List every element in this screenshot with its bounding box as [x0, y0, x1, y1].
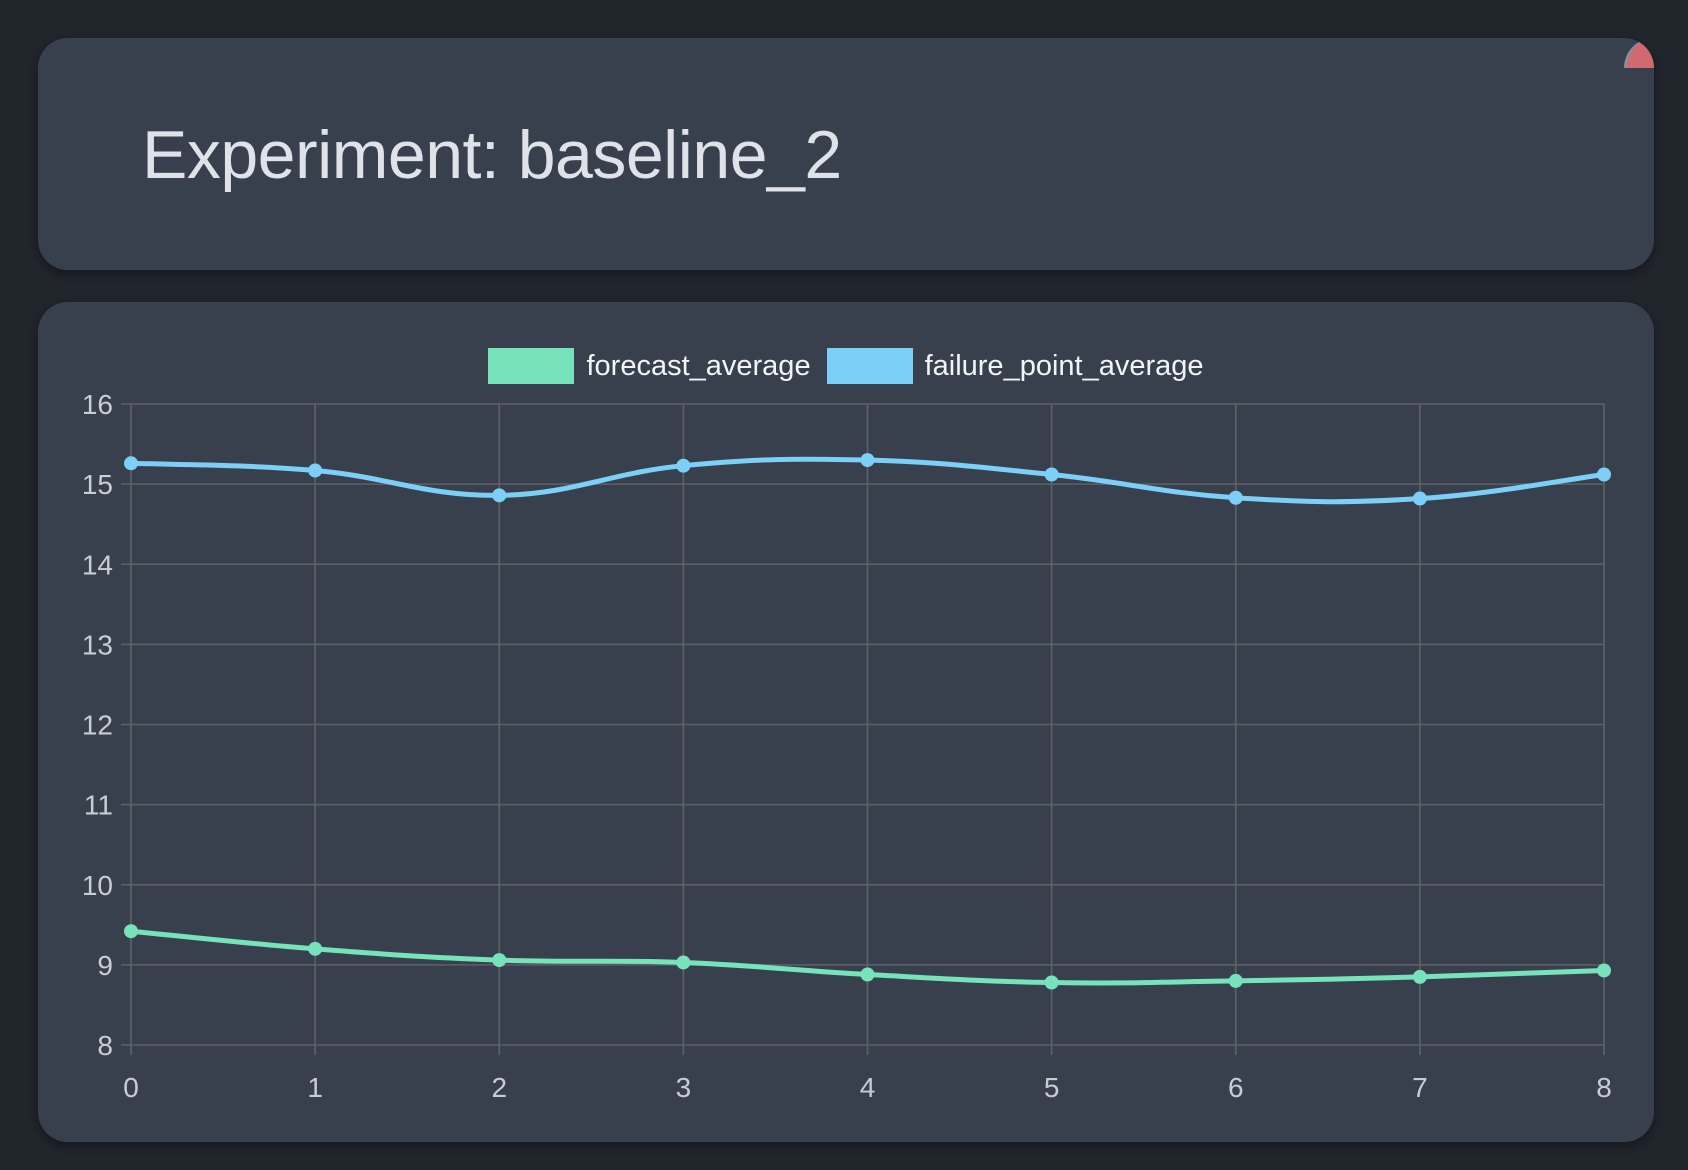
data-point-failure-point-average[interactable]	[124, 456, 138, 471]
y-tick-label: 16	[82, 389, 113, 420]
x-tick-label: 6	[1228, 1072, 1244, 1103]
data-point-failure-point-average[interactable]	[492, 488, 507, 503]
data-point-forecast-average[interactable]	[1044, 975, 1059, 990]
y-tick-label: 11	[84, 790, 113, 821]
x-tick-label: 0	[123, 1072, 139, 1103]
data-point-failure-point-average[interactable]	[676, 458, 691, 473]
data-point-forecast-average[interactable]	[124, 924, 138, 939]
x-tick-label: 3	[676, 1072, 692, 1103]
data-point-forecast-average[interactable]	[676, 955, 691, 970]
y-tick-label: 13	[82, 629, 113, 660]
experiment-header-card: Experiment: baseline_2	[38, 38, 1654, 270]
data-point-failure-point-average[interactable]	[860, 453, 875, 468]
data-point-failure-point-average[interactable]	[1412, 491, 1427, 506]
data-point-forecast-average[interactable]	[1412, 969, 1427, 984]
y-tick-label: 8	[97, 1030, 113, 1061]
x-tick-label: 4	[860, 1072, 876, 1103]
x-tick-label: 2	[491, 1072, 507, 1103]
data-point-failure-point-average[interactable]	[1228, 490, 1243, 505]
corner-badge-icon[interactable]	[1624, 38, 1654, 68]
y-tick-label: 10	[82, 870, 113, 901]
x-tick-label: 7	[1412, 1072, 1428, 1103]
x-tick-label: 5	[1044, 1072, 1060, 1103]
data-point-failure-point-average[interactable]	[1044, 467, 1059, 482]
data-point-failure-point-average[interactable]	[308, 463, 323, 478]
chart-card: forecast_average failure_point_average 8…	[38, 302, 1654, 1142]
y-tick-label: 12	[82, 710, 113, 741]
line-chart: 89101112131415160 1 2 3 4 5 6 7 8	[82, 389, 1612, 1103]
page-title: Experiment: baseline_2	[142, 117, 842, 193]
data-point-forecast-average[interactable]	[492, 953, 507, 968]
data-point-failure-point-average[interactable]	[1597, 467, 1611, 482]
data-point-forecast-average[interactable]	[860, 967, 875, 982]
y-tick-label: 15	[82, 469, 113, 500]
data-point-forecast-average[interactable]	[308, 941, 323, 956]
y-tick-label: 14	[82, 549, 113, 580]
x-tick-label: 8	[1596, 1072, 1612, 1103]
data-point-forecast-average[interactable]	[1597, 963, 1611, 978]
y-tick-label: 9	[97, 950, 113, 981]
data-point-forecast-average[interactable]	[1228, 973, 1243, 988]
x-tick-label: 1	[307, 1072, 323, 1103]
